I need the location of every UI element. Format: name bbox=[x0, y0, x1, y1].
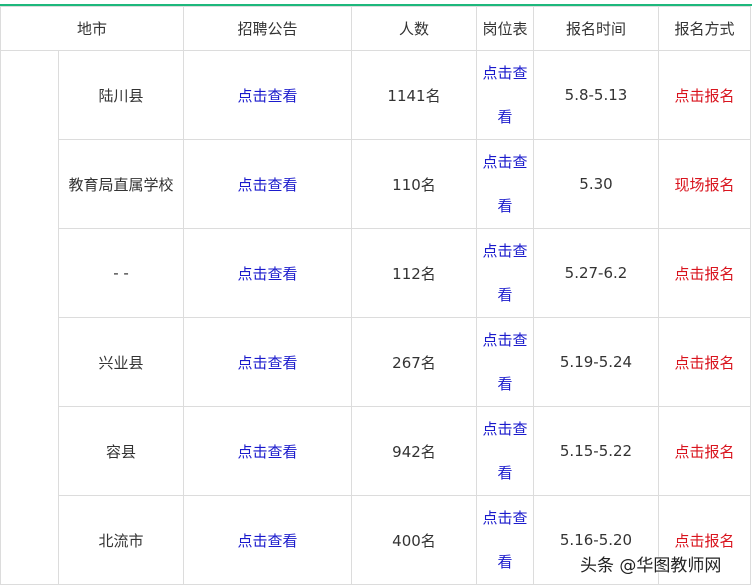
notice-link[interactable]: 点击查看 bbox=[183, 317, 352, 407]
notice-link[interactable]: 点击查看 bbox=[183, 139, 352, 229]
count-cell: 1141名 bbox=[351, 50, 477, 140]
table-row: 兴业县 点击查看 267名 点击查看 5.19-5.24 点击报名 bbox=[1, 317, 751, 407]
header-method: 报名方式 bbox=[658, 6, 751, 51]
positions-link[interactable]: 点击查看 bbox=[476, 406, 534, 496]
city-cell: 北流市 bbox=[58, 495, 184, 585]
city-cell: - - bbox=[58, 228, 184, 318]
header-time: 报名时间 bbox=[533, 6, 659, 51]
notice-link[interactable]: 点击查看 bbox=[183, 495, 352, 585]
positions-link[interactable]: 点击查看 bbox=[476, 50, 534, 140]
count-cell: 400名 bbox=[351, 495, 477, 585]
signup-link[interactable]: 点击报名 bbox=[658, 406, 751, 496]
signup-link[interactable]: 点击报名 bbox=[658, 317, 751, 407]
time-cell: 5.8-5.13 bbox=[533, 50, 659, 140]
table-row: - - 点击查看 112名 点击查看 5.27-6.2 点击报名 bbox=[1, 228, 751, 318]
header-notice: 招聘公告 bbox=[183, 6, 352, 51]
signup-link[interactable]: 点击报名 bbox=[658, 228, 751, 318]
header-positions: 岗位表 bbox=[476, 6, 534, 51]
table-header: 地市 招聘公告 人数 岗位表 报名时间 报名方式 bbox=[0, 6, 751, 51]
table-row: 教育局直属学校 点击查看 110名 点击查看 5.30 现场报名 bbox=[1, 139, 751, 229]
recruitment-table: 地市 招聘公告 人数 岗位表 报名时间 报名方式 陆川县 点击查看 1141名 点击查… bbox=[0, 6, 751, 585]
count-cell: 942名 bbox=[351, 406, 477, 496]
city-cell: 陆川县 bbox=[58, 50, 184, 140]
table-row: 容县 点击查看 942名 点击查看 5.15-5.22 点击报名 bbox=[1, 406, 751, 496]
time-cell: 5.15-5.22 bbox=[533, 406, 659, 496]
time-cell: 5.30 bbox=[533, 139, 659, 229]
signup-link[interactable]: 点击报名 bbox=[658, 50, 751, 140]
notice-link[interactable]: 点击查看 bbox=[183, 50, 352, 140]
positions-link[interactable]: 点击查看 bbox=[476, 495, 534, 585]
count-cell: 110名 bbox=[351, 139, 477, 229]
positions-link[interactable]: 点击查看 bbox=[476, 317, 534, 407]
header-count: 人数 bbox=[351, 6, 477, 51]
watermark: 头条 @华图教师网 bbox=[580, 556, 722, 576]
count-cell: 112名 bbox=[351, 228, 477, 318]
city-cell: 兴业县 bbox=[58, 317, 184, 407]
positions-link[interactable]: 点击查看 bbox=[476, 139, 534, 229]
region-cell bbox=[0, 50, 59, 585]
count-cell: 267名 bbox=[351, 317, 477, 407]
time-cell: 5.27-6.2 bbox=[533, 228, 659, 318]
notice-link[interactable]: 点击查看 bbox=[183, 228, 352, 318]
header-city: 地市 bbox=[0, 6, 184, 51]
positions-link[interactable]: 点击查看 bbox=[476, 228, 534, 318]
city-cell: 容县 bbox=[58, 406, 184, 496]
signup-method: 现场报名 bbox=[658, 139, 751, 229]
city-cell: 教育局直属学校 bbox=[58, 139, 184, 229]
notice-link[interactable]: 点击查看 bbox=[183, 406, 352, 496]
table-row: 陆川县 点击查看 1141名 点击查看 5.8-5.13 点击报名 bbox=[0, 50, 751, 585]
time-cell: 5.19-5.24 bbox=[533, 317, 659, 407]
